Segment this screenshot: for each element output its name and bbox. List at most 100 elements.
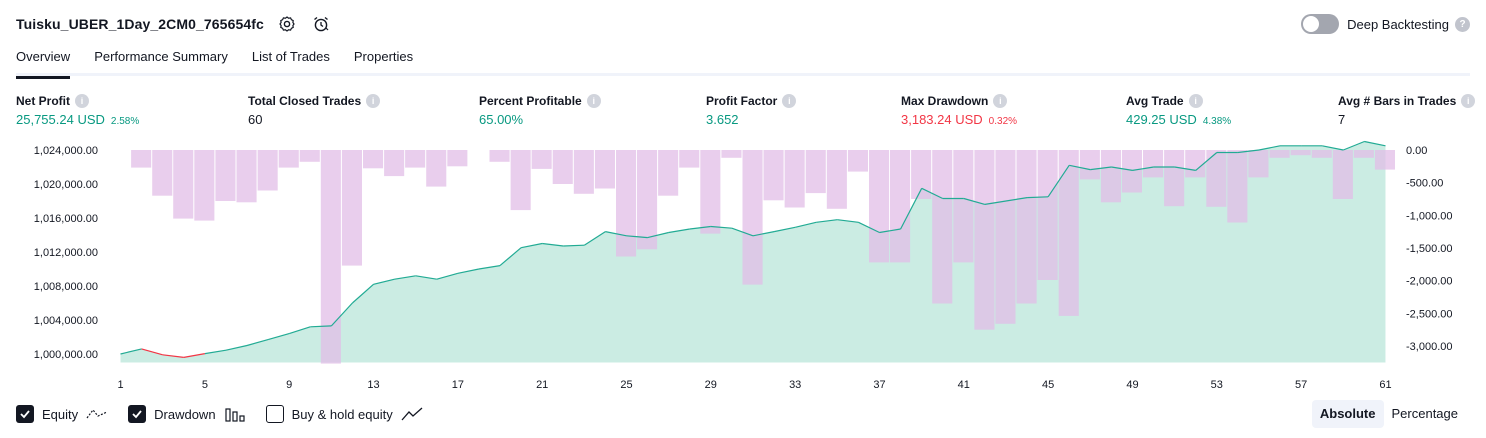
x-axis-tick: 17 [452, 379, 464, 391]
drawdown-bar [1227, 150, 1248, 223]
alarm-clock-icon[interactable] [310, 13, 332, 35]
drawdown-bar [995, 150, 1016, 324]
tab-list-of-trades[interactable]: List of Trades [252, 40, 330, 76]
left-axis-tick: 1,004,000.00 [34, 315, 98, 327]
right-axis-tick: -500.00 [1406, 178, 1443, 190]
value-mode-switch: Absolute Percentage [1311, 400, 1467, 428]
metric-sub: 2.58% [110, 116, 140, 127]
drawdown-bar [278, 150, 299, 168]
drawdown-bar [1143, 150, 1164, 178]
drawdown-bar [405, 150, 426, 168]
drawdown-bar [1185, 150, 1206, 178]
percentage-button[interactable]: Percentage [1384, 400, 1467, 428]
equity-line-icon [86, 406, 108, 422]
right-axis-tick: -2,000.00 [1406, 276, 1452, 288]
metric-percent-profitable: Percent Profitable i 65.00% [479, 92, 601, 127]
drawdown-bar [384, 150, 405, 177]
right-axis-tick: -2,500.00 [1406, 308, 1452, 320]
drawdown-bar [1016, 150, 1037, 304]
info-icon[interactable]: i [782, 94, 797, 108]
drawdown-bar [194, 150, 215, 221]
drawdown-bar [1079, 150, 1100, 180]
drawdown-bar [1269, 150, 1290, 158]
x-axis-tick: 5 [202, 379, 208, 391]
equity-line-segment [1027, 196, 1049, 199]
drawdown-bar [1100, 150, 1121, 203]
drawdown-bar [1058, 150, 1079, 316]
equity-line-segment [563, 244, 585, 247]
deep-backtesting-label: Deep Backtesting [1347, 16, 1449, 32]
info-icon[interactable]: i [1461, 94, 1476, 108]
tab-performance-summary[interactable]: Performance Summary [94, 40, 228, 76]
metric-label: Total Closed Trades [248, 94, 362, 108]
drawdown-bar [152, 150, 173, 196]
x-axis-tick: 21 [536, 379, 548, 391]
legend-buy-hold[interactable]: Buy & hold equity [265, 405, 423, 423]
metric-total-closed-trades: Total Closed Trades i 60 [248, 92, 381, 127]
left-axis-tick: 1,016,000.00 [34, 213, 98, 225]
info-icon[interactable]: i [75, 94, 89, 108]
drawdown-bar [1311, 150, 1332, 158]
buy-hold-checkbox[interactable] [265, 405, 284, 423]
metric-net-profit: Net Profit i 25,755.24 USD 2.58% [16, 92, 139, 127]
legend-equity[interactable]: Equity [16, 405, 108, 423]
tab-properties[interactable]: Properties [354, 40, 413, 76]
x-axis-tick: 53 [1211, 379, 1223, 391]
equity-checkbox[interactable] [16, 405, 34, 423]
drawdown-bar [847, 150, 868, 172]
drawdown-bar [131, 150, 152, 168]
metric-sub: 0.32% [988, 116, 1018, 127]
x-axis-tick: 61 [1379, 379, 1391, 391]
metric-label: Avg Trade [1126, 94, 1184, 108]
drawdown-bar [573, 150, 594, 194]
absolute-button[interactable]: Absolute [1311, 400, 1384, 428]
metric-value: 3,183.24 USD [901, 112, 983, 127]
metric-value: 3.652 [706, 112, 739, 127]
equity-drawdown-chart[interactable]: 1,000,000.00 1,004,000.00 1,008,000.00 1,01… [0, 140, 1486, 400]
left-axis-tick: 1,008,000.00 [34, 281, 98, 293]
drawdown-bar [616, 150, 637, 257]
gear-icon[interactable] [276, 13, 298, 35]
legend-equity-label: Equity [42, 406, 79, 422]
info-icon[interactable]: i [586, 94, 601, 108]
help-icon[interactable]: ? [1455, 16, 1470, 32]
metric-value: 65.00% [479, 112, 524, 127]
drawdown-bar [299, 150, 320, 162]
info-icon[interactable]: i [1188, 94, 1203, 108]
tab-overview[interactable]: Overview [16, 40, 71, 79]
metric-value: 429.25 USD [1126, 112, 1197, 127]
info-icon[interactable]: i [366, 94, 381, 108]
metric-max-drawdown: Max Drawdown i 3,183.24 USD 0.32% [901, 92, 1017, 127]
drawdown-bar [489, 150, 510, 162]
drawdown-bar [341, 150, 362, 266]
x-axis-tick: 33 [789, 379, 801, 391]
drawdown-bar [1374, 150, 1395, 170]
x-axis-tick: 37 [873, 379, 885, 391]
legend-drawdown[interactable]: Drawdown [128, 405, 245, 423]
drawdown-bar [320, 150, 341, 364]
drawdown-bar [1121, 150, 1142, 193]
drawdown-bar [1164, 150, 1185, 207]
x-axis-tick: 45 [1042, 379, 1054, 391]
metric-profit-factor: Profit Factor i 3.652 [706, 92, 797, 127]
drawdown-bar [637, 150, 658, 250]
strategy-title: Tuisku_UBER_1Day_2CM0_765654fc [16, 16, 264, 32]
x-axis-tick: 29 [705, 379, 717, 391]
chart-svg: 1,000,000.00 1,004,000.00 1,008,000.00 1,01… [34, 140, 1452, 391]
drawdown-bar [1248, 150, 1269, 178]
drawdown-bar [1290, 150, 1311, 156]
drawdown-bar [236, 150, 257, 203]
right-axis-tick: 0.00 [1406, 145, 1427, 157]
deep-backtesting-toggle[interactable] [1301, 14, 1340, 34]
info-icon[interactable]: i [993, 94, 1008, 108]
metric-label: Net Profit [16, 94, 70, 108]
metric-label: Max Drawdown [901, 94, 989, 108]
drawdown-bar [742, 150, 763, 285]
chart-legend: Equity Drawdown Buy & hold equity [16, 402, 443, 426]
drawdown-checkbox[interactable] [128, 405, 147, 423]
drawdown-bar [552, 150, 573, 184]
metrics-row: Net Profit i 25,755.24 USD 2.58% Total Clo… [0, 92, 1486, 132]
drawdown-bar [447, 150, 468, 167]
x-axis-tick: 57 [1295, 379, 1307, 391]
left-axis-tick: 1,024,000.00 [34, 145, 98, 157]
